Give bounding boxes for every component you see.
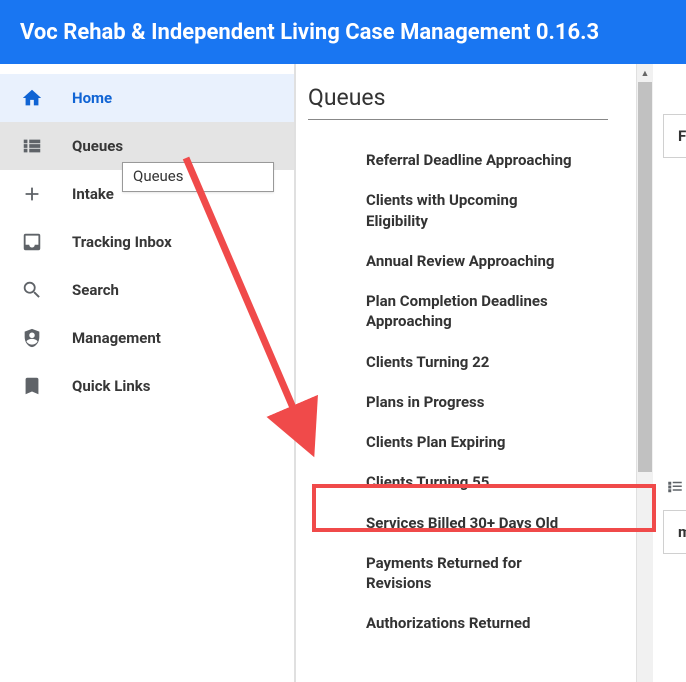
scroll-up-icon: ▲ <box>637 66 653 80</box>
queue-item-payments-returned[interactable]: Payments Returned for Revisions <box>308 543 588 604</box>
search-icon <box>20 278 44 302</box>
sidebar-item-queues[interactable]: Queues Queues <box>0 122 294 170</box>
submenu-title: Queues <box>308 84 608 120</box>
plus-icon <box>20 182 44 206</box>
table-header-fiscal[interactable]: Fisca <box>663 114 686 158</box>
main-layout: Home Queues Queues Intake Tracking Inbox <box>0 64 686 682</box>
sidebar-item-label: Home <box>72 89 112 107</box>
sidebar-item-label: Queues <box>72 137 123 155</box>
sidebar: Home Queues Queues Intake Tracking Inbox <box>0 64 296 682</box>
table-header-name[interactable]: me <box>663 510 686 554</box>
app-title: Voc Rehab & Independent Living Case Mana… <box>20 20 599 45</box>
inbox-icon <box>20 230 44 254</box>
sidebar-item-search[interactable]: Search <box>0 266 294 314</box>
queue-item-referral-deadline[interactable]: Referral Deadline Approaching <box>308 140 588 180</box>
queue-item-auth-returned[interactable]: Authorizations Returned <box>308 603 588 643</box>
queues-submenu: Queues Referral Deadline Approaching Cli… <box>296 64 636 682</box>
shield-icon <box>20 326 44 350</box>
queue-item-plan-deadlines[interactable]: Plan Completion Deadlines Approaching <box>308 281 588 342</box>
tooltip-queues: Queues <box>122 162 274 192</box>
home-icon <box>20 86 44 110</box>
sidebar-item-label: Management <box>72 329 161 347</box>
list-icon <box>20 134 44 158</box>
queue-item-services-billed[interactable]: Services Billed 30+ Days Old <box>308 503 588 543</box>
sidebar-item-label: Quick Links <box>72 377 150 395</box>
queue-item-plans-progress[interactable]: Plans in Progress <box>308 382 588 422</box>
queue-item-plan-expiring[interactable]: Clients Plan Expiring <box>308 422 588 462</box>
sidebar-item-management[interactable]: Management <box>0 314 294 362</box>
vertical-scrollbar[interactable]: ▲ <box>636 64 653 682</box>
queue-item-turning-22[interactable]: Clients Turning 22 <box>308 342 588 382</box>
sidebar-item-label: Search <box>72 281 119 299</box>
app-header: Voc Rehab & Independent Living Case Mana… <box>0 0 686 64</box>
content-column: Fisca me <box>653 64 686 682</box>
sidebar-item-tracking-inbox[interactable]: Tracking Inbox <box>0 218 294 266</box>
scrollbar-thumb[interactable] <box>638 82 652 472</box>
view-columns-icon[interactable] <box>666 478 684 496</box>
queue-item-upcoming-eligibility[interactable]: Clients with Upcoming Eligibility <box>308 180 588 241</box>
sidebar-item-quick-links[interactable]: Quick Links <box>0 362 294 410</box>
bookmark-icon <box>20 374 44 398</box>
sidebar-item-label: Tracking Inbox <box>72 233 172 251</box>
sidebar-item-label: Intake <box>72 185 114 203</box>
sidebar-item-home[interactable]: Home <box>0 74 294 122</box>
queue-item-annual-review[interactable]: Annual Review Approaching <box>308 241 588 281</box>
queue-item-turning-55[interactable]: Clients Turning 55 <box>308 462 588 502</box>
